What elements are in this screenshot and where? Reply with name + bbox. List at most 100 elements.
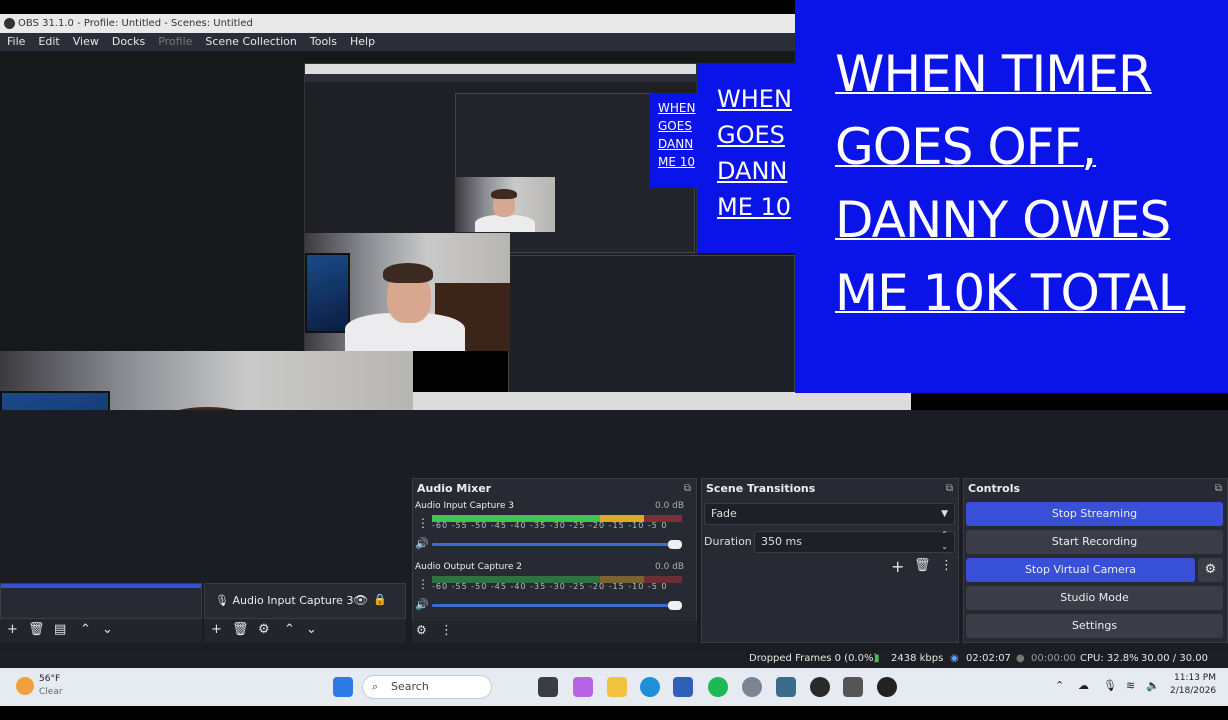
mixer-menu-icon[interactable]: ⋮ (440, 623, 453, 638)
chevron-up-icon[interactable]: ⌃ (1055, 679, 1064, 692)
media-player-icon[interactable] (877, 677, 897, 697)
dropped-frames: Dropped Frames 0 (0.0%) (749, 653, 878, 664)
dock-popout-icon[interactable]: ⧉ (946, 479, 953, 499)
taskbar-search[interactable]: ⌕ Search (362, 675, 492, 699)
studio-mode-button[interactable]: Studio Mode (966, 586, 1223, 610)
store-icon[interactable] (673, 677, 693, 697)
scene-selected-bar[interactable] (1, 584, 201, 588)
channel-2-speaker-icon[interactable]: 🔊 (415, 598, 429, 611)
settings-button[interactable]: Settings (966, 614, 1223, 638)
clock-date[interactable]: 2/18/2026 (1170, 686, 1216, 696)
start-windows-icon[interactable] (333, 677, 353, 697)
dock-popout-icon[interactable]: ⧉ (684, 479, 691, 499)
move-up-icon[interactable]: ⌃ (80, 622, 91, 637)
add-source-icon[interactable]: + (211, 622, 222, 637)
transition-select[interactable]: Fade ▼ (704, 503, 955, 525)
delete-scene-icon[interactable]: 🗑 (28, 622, 45, 637)
virtual-camera-settings-gear-icon[interactable]: ⚙ (1198, 558, 1223, 582)
channel-1-volume-slider[interactable] (432, 543, 682, 546)
source-item-label: Audio Input Capture 3 (232, 594, 354, 607)
windows-taskbar: 56°F Clear ⌕ Search ⌃ ☁ 🎙 ≋ 🔈 11:13 PM 2… (0, 668, 1228, 706)
audio-mixer-toolbar: ⚙ ⋮ (412, 621, 697, 643)
source-settings-icon[interactable]: ⚙ (258, 622, 270, 637)
network-tray-icon[interactable]: ☁ (1078, 679, 1089, 692)
channel-2-db: 0.0 dB (655, 562, 685, 572)
channel-1-speaker-icon[interactable]: 🔊 (415, 537, 429, 550)
scene-filter-icon[interactable]: ▤ (54, 622, 66, 637)
record-icon: ● (1016, 653, 1025, 664)
banner-line-4: ME 10K TOTAL (835, 264, 1186, 322)
channel-1-volume-knob[interactable] (668, 540, 682, 549)
channel-2-volume-knob[interactable] (668, 601, 682, 610)
snipping-tool-icon[interactable] (776, 677, 796, 697)
task-view-icon[interactable] (538, 677, 558, 697)
menu-help[interactable]: Help (350, 33, 375, 51)
channel-1-scale: -60 -55 -50 -45 -40 -35 -30 -25 -20 -15 … (432, 521, 668, 530)
audio-mixer-header: Audio Mixer ⧉ (413, 479, 696, 499)
transition-menu-icon[interactable]: ⋮ (940, 558, 953, 573)
delete-transition-icon[interactable]: 🗑 (914, 558, 931, 573)
sources-panel: 🎙 Audio Input Capture 3 👁 🔒 (204, 583, 406, 619)
webcam-feed-small (455, 177, 555, 232)
file-explorer-icon[interactable] (607, 677, 627, 697)
source-up-icon[interactable]: ⌃ (284, 622, 295, 637)
stop-virtual-camera-button[interactable]: Stop Virtual Camera (966, 558, 1195, 582)
start-recording-button[interactable]: Start Recording (966, 530, 1223, 554)
stop-streaming-button[interactable]: Stop Streaming (966, 502, 1223, 526)
source-item[interactable]: 🎙 Audio Input Capture 3 (215, 594, 353, 607)
nested-taskbar-preview (413, 392, 911, 410)
channel-2-menu-icon[interactable]: ⋮ (417, 577, 429, 591)
obs-taskbar-icon[interactable] (810, 677, 830, 697)
chevron-down-icon: ▼ (941, 509, 948, 519)
eye-icon[interactable]: 👁 (353, 593, 368, 607)
lock-icon[interactable]: 🔒 (373, 593, 387, 606)
microphone-tray-icon[interactable]: 🎙 (1103, 679, 1117, 692)
channel-2-name: Audio Output Capture 2 (415, 562, 522, 572)
stream-banner: WHEN TIMER GOES OFF, DANNY OWES ME 10K T… (795, 0, 1228, 393)
volume-icon[interactable]: 🔈 (1146, 679, 1160, 692)
sources-toolbar: + 🗑 ⚙ ⌃ ⌄ (204, 619, 406, 643)
record-time: 00:00:00 (1031, 653, 1076, 664)
banner-line-2: GOES OFF, (835, 118, 1097, 176)
banner-line-1: WHEN TIMER (835, 45, 1153, 103)
channel-1-menu-icon[interactable]: ⋮ (417, 516, 429, 530)
weather-icon[interactable] (16, 677, 34, 695)
channel-2-volume-slider[interactable] (432, 604, 682, 607)
clock-time[interactable]: 11:13 PM (1174, 673, 1216, 683)
menu-docks[interactable]: Docks (112, 33, 145, 51)
spotify-icon[interactable] (708, 677, 728, 697)
source-down-icon[interactable]: ⌄ (306, 622, 317, 637)
menu-file[interactable]: File (7, 33, 25, 51)
wifi-icon[interactable]: ≋ (1126, 679, 1135, 692)
nested-mixer-preview (508, 255, 795, 393)
menu-edit[interactable]: Edit (38, 33, 59, 51)
copilot-icon[interactable] (573, 677, 593, 697)
stream-icon: ◉ (950, 653, 959, 664)
menu-profile[interactable]: Profile (158, 33, 192, 51)
weather-temp[interactable]: 56°F (39, 674, 60, 684)
settings-gear-icon[interactable] (742, 677, 762, 697)
add-transition-icon[interactable]: + (891, 557, 904, 576)
add-scene-icon[interactable]: + (7, 622, 18, 637)
channel-1-db: 0.0 dB (655, 501, 685, 511)
delete-source-icon[interactable]: 🗑 (232, 622, 249, 637)
dock-popout-icon[interactable]: ⧉ (1215, 479, 1222, 499)
menu-tools[interactable]: Tools (310, 33, 337, 51)
bottom-border (0, 706, 1228, 720)
nested-banner: WHEN GOES DANN ME 10 (697, 63, 795, 253)
channel-1-name: Audio Input Capture 3 (415, 501, 514, 511)
move-down-icon[interactable]: ⌄ (102, 622, 113, 637)
spin-arrows-icon[interactable]: ⌃ ⌄ (941, 529, 948, 553)
search-placeholder: Search (391, 680, 429, 693)
duration-label: Duration (704, 535, 752, 548)
controls-title: Controls (968, 482, 1021, 495)
edge-icon[interactable] (640, 677, 660, 697)
window-title: OBS 31.1.0 - Profile: Untitled - Scenes:… (18, 18, 253, 29)
menu-view[interactable]: View (73, 33, 99, 51)
menu-scene-collection[interactable]: Scene Collection (205, 33, 296, 51)
nested-banner-small: WHEN GOES DANN ME 10 (650, 93, 698, 188)
clock-app-icon[interactable] (843, 677, 863, 697)
duration-spinbox[interactable]: 350 ms ⌃ ⌄ (754, 529, 955, 553)
advanced-audio-icon[interactable]: ⚙ (416, 623, 427, 637)
webcam-feed-medium (305, 233, 510, 351)
